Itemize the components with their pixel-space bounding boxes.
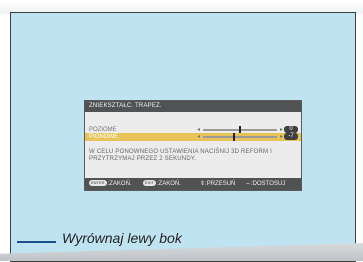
info-line-1: W CELU PONOWNEGO USTAWIENIA NACIŚNIJ 3D …: [89, 149, 272, 155]
slider-left-arrow-icon[interactable]: ◂: [197, 133, 200, 141]
horizontal-value: 0: [284, 126, 298, 133]
footer-adjust-hint: ⇔:DOSTOSUJ: [245, 181, 286, 187]
exit-hint-label: :ZAKOŃ.: [156, 181, 181, 187]
vertical-slider-knob[interactable]: [233, 133, 236, 141]
keystone-osd-menu: ZNIEKSZTAŁC. TRAPEZ. POZIOME ◂ ▸ 0 PIONO…: [84, 100, 302, 191]
projected-screen: ZNIEKSZTAŁC. TRAPEZ. POZIOME ◂ ▸ 0 PIONO…: [10, 12, 356, 262]
osd-info-text: W CELU PONOWNEGO USTAWIENIA NACIŚNIJ 3D …: [89, 149, 297, 163]
osd-title: ZNIEKSZTAŁC. TRAPEZ.: [85, 101, 301, 112]
row-label-vertical: PIONOWE: [89, 134, 119, 140]
horizontal-slider[interactable]: ◂ ▸: [197, 126, 283, 134]
osd-row-vertical[interactable]: PIONOWE ◂ ▸ -7: [85, 133, 301, 141]
footer-enter-hint: ENTER:ZAKOŃ.: [89, 178, 132, 190]
footer-move-hint: ⇕:PRZESUŃ: [200, 181, 236, 187]
info-line-2: PRZYTRZYMAJ PRZEZ 2 SEKUNDY.: [89, 156, 197, 162]
callout-leader-line: [17, 241, 56, 243]
enter-key-badge: ENTER: [89, 180, 107, 187]
vertical-slider[interactable]: ◂ ▸: [197, 133, 283, 141]
slider-right-arrow-icon[interactable]: ▸: [280, 133, 283, 141]
vertical-value: -7: [284, 133, 298, 140]
enter-hint-label: :ZAKOŃ.: [107, 181, 132, 187]
callout-caption: Wyrównaj lewy bok: [62, 230, 182, 246]
exit-key-badge: EXIT: [143, 180, 156, 187]
footer-exit-hint: EXIT:ZAKOŃ.: [143, 178, 181, 190]
osd-footer: ENTER:ZAKOŃ. EXIT:ZAKOŃ. ⇕:PRZESUŃ ⇔:DOS…: [85, 178, 301, 190]
